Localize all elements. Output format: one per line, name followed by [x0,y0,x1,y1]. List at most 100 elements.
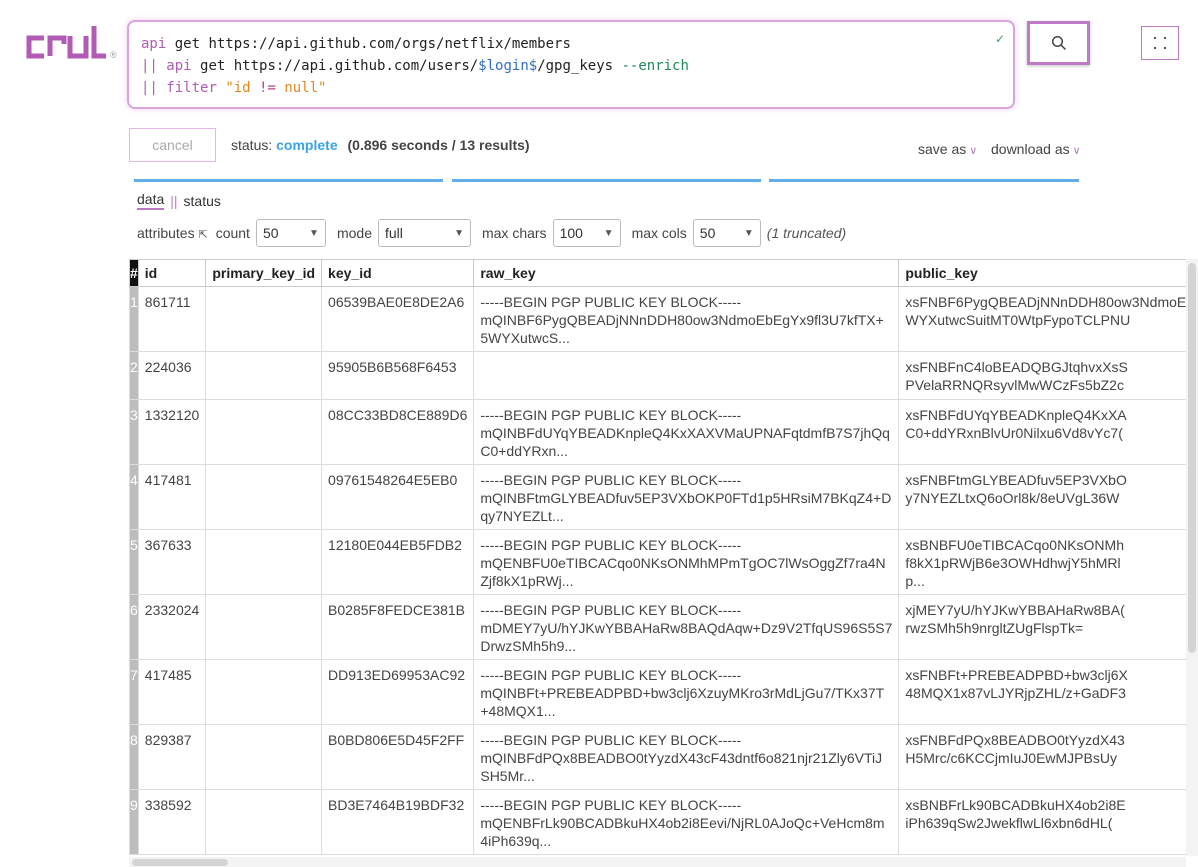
cell-key-id: 08CC33BD8CE889D6 [321,399,475,465]
raw-key-line: Zjf8kX1pRWj... [480,573,574,589]
table-row[interactable]: 3 1332120 08CC33BD8CE889D6 -----BEGIN PGP P… [129,399,1198,465]
attributes-label: attributes [137,225,195,241]
mode-select[interactable]: full ▼ [377,219,471,247]
chevron-down-icon: ▼ [309,227,319,239]
query-pipe: || [141,80,167,96]
table-row[interactable]: 6 2332024 B0285F8FEDCE381B -----BEGIN PGP P… [129,594,1198,660]
cell-key-id: B0285F8FEDCE381B [321,594,475,660]
query-variable: $login$ [478,58,538,74]
crul-logo[interactable]: ® [24,22,120,64]
raw-key-line: mQINBFdPQx8BEADBO0tYyzdX43cF43dntf6o821n… [480,750,883,766]
results-table-container[interactable]: # id primary_key_id key_id raw_key publi… [129,259,1198,856]
table-row[interactable]: 2 224036 95905B6B568F6453 xsFNBFnC4loBEADQB… [129,351,1198,400]
raw-key-line: 5WYXutwcS... [480,330,570,346]
save-as-label: save as [918,141,967,157]
cell-key-id: 12180E044EB5FDB2 [321,529,475,595]
progress-bar-stage-1 [134,179,443,182]
download-as-dropdown[interactable]: download as ∨ [991,141,1081,157]
query-string: "id [225,80,260,96]
public-key-line: xsFNBF6PygQBEADjNNnDDH80ow3NdmoEbEgYx9fl… [905,294,1198,310]
max-chars-value: 100 [559,225,583,241]
cell-primary-key-id [205,399,323,465]
count-select[interactable]: 50 ▼ [255,219,326,247]
scrollbar-thumb[interactable] [132,859,228,866]
cell-id: 417481 [137,464,207,530]
scrollbar-thumb[interactable] [1188,263,1196,653]
cell-id: 367633 [137,529,207,595]
cancel-button[interactable]: cancel [129,128,216,162]
query-args: get https://api.github.com/orgs/netflix/… [166,36,571,52]
column-header-primary-key-id[interactable]: primary_key_id [205,259,323,287]
public-key-line: xsBNBFrLk90BCADBkuHX4ob2i8E [905,797,1126,813]
row-index: 3 [129,399,139,465]
query-command: api [141,36,167,52]
table-header-row: # id primary_key_id key_id raw_key publi… [129,259,1198,287]
column-header-public-key[interactable]: public_key [898,259,1198,287]
status-value: complete [276,137,338,153]
truncated-note: (1 truncated) [766,225,847,241]
column-header-key-id[interactable]: key_id [321,259,475,287]
vertical-scrollbar[interactable] [1186,259,1198,856]
chevron-down-icon: ∨ [1072,145,1081,157]
table-row[interactable]: 8 829387 B0BD806E5D45F2FF -----BEGIN PGP PU… [129,724,1198,790]
cell-raw-key: -----BEGIN PGP PUBLIC KEY BLOCK----- mQIN… [473,464,900,530]
raw-key-line: C0+ddYRxn... [480,443,568,459]
max-cols-select[interactable]: 50 ▼ [692,219,761,247]
raw-key-line: qy7NYEZLt... [480,508,564,524]
row-index: 9 [129,789,139,855]
public-key-line: iPh639qSw2JwekflwLl6xbn6dHL( [905,815,1113,831]
query-flag: --enrich [621,58,689,74]
status-timing: (0.896 seconds / 13 results) [347,137,530,153]
public-key-line: H5Mrc/c6KCCjmIuJ0EwMJPBsUy [905,750,1117,766]
cell-key-id: B0BD806E5D45F2FF [321,724,475,790]
table-row[interactable]: 1 861711 06539BAE0E8DE2A6 -----BEGIN PGP PU… [129,286,1198,352]
max-chars-select[interactable]: 100 ▼ [552,219,621,247]
count-label: count [215,225,250,241]
cell-raw-key: -----BEGIN PGP PUBLIC KEY BLOCK----- mQIN… [473,399,900,465]
table-controls: attributes ⇱ count 50 ▼ mode full ▼ max ch… [137,219,846,247]
mode-label: mode [336,225,372,241]
query-editor[interactable]: api get https://api.github.com/orgs/netf… [127,20,1015,109]
raw-key-line: -----BEGIN PGP PUBLIC KEY BLOCK----- [480,732,742,748]
public-key-line: p... [905,573,925,589]
row-index: 5 [129,529,139,595]
tab-data[interactable]: data [137,191,165,210]
mode-value: full [384,225,403,241]
raw-key-line: -----BEGIN PGP PUBLIC KEY BLOCK----- [480,602,742,618]
cell-public-key: xsFNBFdUYqYBEADKnpleQ4KxXA C0+ddYRxnBlvUr… [898,399,1198,465]
attributes-toggle[interactable]: attributes ⇱ [137,225,208,241]
query-line-3: || filter "id != null" [141,77,1001,99]
public-key-line: 48MQX1x87vLJYRjpZHL/z+GaDF3 [905,685,1126,701]
grid-icon [1154,37,1166,49]
table-row[interactable]: 9 338592 BD3E7464B19BDF32 -----BEGIN PGP PU… [129,789,1198,855]
raw-key-line: mQINBFtmGLYBEADfuv5EP3VXbOKP0FTd1p5HRsiM… [480,490,892,506]
raw-key-line: -----BEGIN PGP PUBLIC KEY BLOCK----- [480,797,742,813]
column-header-raw-key[interactable]: raw_key [473,259,900,287]
public-key-line: f8kX1pRWjB6e3OWHdhwjY5hMRl [905,555,1121,571]
table-row[interactable]: 4 417481 09761548264E5EB0 -----BEGIN PGP PU… [129,464,1198,530]
table-row[interactable]: 7 417485 DD913ED69953AC92 -----BEGIN PGP PU… [129,659,1198,725]
public-key-line: xsFNBFdUYqYBEADKnpleQ4KxXA [905,407,1127,423]
cell-public-key: xsFNBFtmGLYBEADfuv5EP3VXbO y7NYEZLtxQ6oOr… [898,464,1198,530]
cell-public-key: xsFNBFdPQx8BEADBO0tYyzdX43 H5Mrc/c6KCCjmI… [898,724,1198,790]
query-pipe: || [141,58,167,74]
menu-button[interactable] [1141,26,1179,60]
column-header-index[interactable]: # [129,259,139,287]
query-command: filter [166,80,217,96]
table-row[interactable]: 5 367633 12180E044EB5FDB2 -----BEGIN PGP PU… [129,529,1198,595]
cell-raw-key [473,351,900,400]
public-key-line: C0+ddYRxnBlvUr0Nilxu6Vd8vYc7( [905,425,1123,441]
public-key-line: xsFNBFtmGLYBEADfuv5EP3VXbO [905,472,1127,488]
horizontal-scrollbar[interactable] [129,857,1186,867]
cell-public-key: xjMEY7yU/hYJKwYBBAHaRw8BA(rwzSMh5h9nrglt… [898,594,1198,660]
query-args: get https://api.github.com/users/ [191,58,479,74]
run-query-button[interactable] [1027,21,1090,65]
column-header-id[interactable]: id [137,259,207,287]
chevron-down-icon: ▼ [454,227,464,239]
raw-key-line: mQINBFt+PREBEADPBD+bw3clj6XzuyMKro3rMdLj… [480,685,885,701]
raw-key-line: mDMEY7yU/hYJKwYBBAHaRw8BAQdAqw+Dz9V2TfqU… [480,620,893,636]
query-args: /gpg_keys [537,58,622,74]
save-as-dropdown[interactable]: save as ∨ [918,141,977,157]
tab-status[interactable]: status [184,193,221,209]
count-value: 50 [262,225,279,241]
